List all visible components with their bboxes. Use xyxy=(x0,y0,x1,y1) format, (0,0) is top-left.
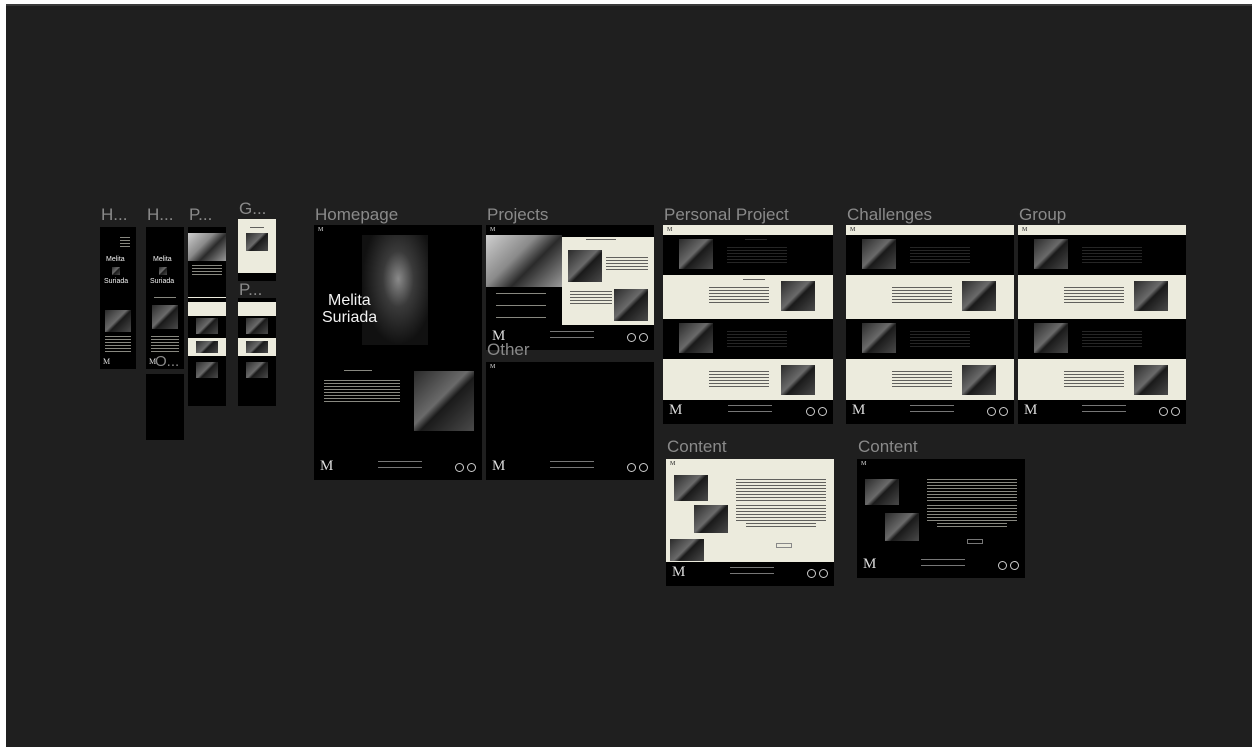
frame-o1[interactable] xyxy=(146,374,184,440)
instagram-icon[interactable] xyxy=(999,407,1008,416)
instagram-icon[interactable] xyxy=(639,333,648,342)
frame-label-group[interactable]: Group xyxy=(1019,206,1066,223)
whatsapp-icon[interactable] xyxy=(1159,407,1168,416)
ms-monogram-icon: M xyxy=(492,458,506,474)
whatsapp-icon[interactable] xyxy=(806,407,815,416)
frame-g1[interactable] xyxy=(238,219,276,281)
ms-monogram-icon: M xyxy=(852,402,866,418)
frame-label-challenges[interactable]: Challenges xyxy=(847,206,932,223)
frame-content-1[interactable]: M M xyxy=(666,459,834,586)
ms-monogram-icon: M xyxy=(320,458,334,474)
frame-label-content-1[interactable]: Content xyxy=(667,438,727,455)
frame-label-personal-project[interactable]: Personal Project xyxy=(664,206,789,223)
whatsapp-icon[interactable] xyxy=(987,407,996,416)
whatsapp-icon[interactable] xyxy=(807,569,816,578)
ms-monogram-icon: M xyxy=(103,357,111,366)
frame-label-projects[interactable]: Projects xyxy=(487,206,548,223)
frame-other[interactable]: M M xyxy=(486,362,654,480)
frame-label-other[interactable]: Other xyxy=(487,341,530,358)
frame-label-o1[interactable]: O... xyxy=(155,354,179,369)
instagram-icon[interactable] xyxy=(467,463,476,472)
logo-icon: M xyxy=(1022,227,1028,233)
frame-challenges[interactable]: M M xyxy=(846,225,1014,424)
instagram-icon[interactable] xyxy=(1171,407,1180,416)
frame-h1[interactable]: Melita Suriada M xyxy=(100,227,136,369)
instagram-icon[interactable] xyxy=(819,569,828,578)
logo-icon: M xyxy=(490,227,496,233)
mobile-name-2: Suriada xyxy=(104,278,129,285)
instagram-icon[interactable] xyxy=(639,463,648,472)
frame-p1-b[interactable] xyxy=(188,298,226,406)
frame-label-h2[interactable]: H... xyxy=(147,206,173,223)
hero-name-line1: Melita xyxy=(328,292,371,309)
logo-icon: M xyxy=(490,364,496,370)
frame-label-g1[interactable]: G... xyxy=(239,200,266,217)
hero-name-line2: Suriada xyxy=(322,309,378,326)
logo-icon: M xyxy=(318,227,324,233)
ms-monogram-icon: M xyxy=(1024,402,1038,418)
logo-icon: M xyxy=(850,227,856,233)
mobile-name-1: Melita xyxy=(106,256,125,263)
whatsapp-icon[interactable] xyxy=(627,463,636,472)
frame-label-content-2[interactable]: Content xyxy=(858,438,918,455)
frame-personal-project[interactable]: M M xyxy=(663,225,833,424)
instagram-icon[interactable] xyxy=(1010,561,1019,570)
whatsapp-icon[interactable] xyxy=(627,333,636,342)
frame-projects[interactable]: M M xyxy=(486,225,654,350)
whatsapp-icon[interactable] xyxy=(998,561,1007,570)
frame-group[interactable]: M M xyxy=(1018,225,1186,424)
design-canvas[interactable]: H... Melita Suriada M H... Melita Suriad… xyxy=(6,4,1252,747)
frame-content-2[interactable]: M M xyxy=(857,459,1025,578)
ms-monogram-icon: M xyxy=(669,402,683,418)
mobile-name-1b: Melita xyxy=(153,256,172,263)
frame-label-homepage[interactable]: Homepage xyxy=(315,206,398,223)
frame-label-h1[interactable]: H... xyxy=(101,206,127,223)
frame-p2[interactable] xyxy=(238,298,276,406)
logo-icon: M xyxy=(667,227,673,233)
frame-homepage[interactable]: M Melita Suriada M xyxy=(314,225,482,480)
whatsapp-icon[interactable] xyxy=(455,463,464,472)
ms-monogram-icon: M xyxy=(672,564,686,580)
frame-h2[interactable]: Melita Suriada M xyxy=(146,227,184,369)
ms-monogram-icon: M xyxy=(863,556,877,572)
frame-label-p1[interactable]: P... xyxy=(189,206,212,223)
mobile-name-2b: Suriada xyxy=(150,278,175,285)
logo-icon: M xyxy=(670,461,676,467)
frame-label-p2[interactable]: P... xyxy=(239,281,262,298)
instagram-icon[interactable] xyxy=(818,407,827,416)
logo-icon: M xyxy=(861,461,867,467)
